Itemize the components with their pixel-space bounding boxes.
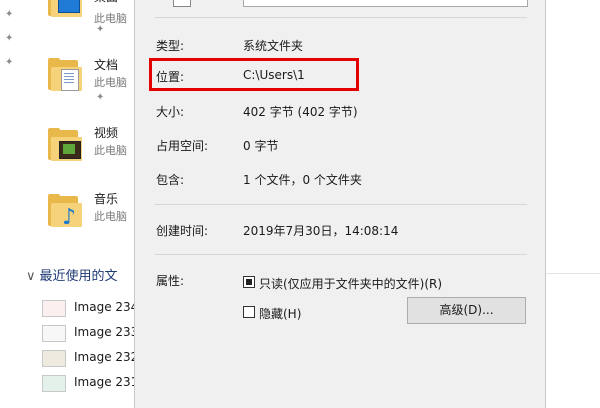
- readonly-checkbox-label: 只读(仅应用于文件夹中的文件)(R): [259, 277, 443, 291]
- pin-icon: ✦: [5, 9, 14, 20]
- type-label: 类型:: [156, 39, 185, 53]
- created-label: 创建时间:: [156, 224, 209, 238]
- divider: [155, 254, 527, 255]
- pin-icon: ✦: [5, 33, 14, 44]
- hidden-checkbox-label: 隐藏(H): [259, 307, 302, 321]
- attributes-label: 属性:: [156, 274, 185, 288]
- size-on-disk-value: 0 字节: [243, 139, 279, 153]
- music-folder-icon: ♪: [48, 194, 86, 229]
- quick-access-location: 此电脑: [94, 76, 127, 89]
- quick-access-item-music[interactable]: ♪ 音乐 此电脑: [48, 188, 143, 238]
- recent-files-section-header[interactable]: ∨ 最近使用的文: [26, 265, 118, 284]
- type-value: 系统文件夹: [243, 39, 304, 53]
- size-on-disk-label: 占用空间:: [156, 139, 209, 153]
- quick-access-name: 音乐: [94, 192, 119, 206]
- recent-file-item[interactable]: Image 233: [42, 323, 142, 343]
- image-thumbnail-icon: [42, 375, 66, 392]
- documents-folder-icon: [48, 58, 86, 92]
- contains-label: 包含:: [156, 173, 185, 187]
- recent-file-item[interactable]: Image 234: [42, 298, 142, 318]
- hidden-checkbox[interactable]: [243, 306, 255, 318]
- folder-name-field[interactable]: [243, 0, 528, 7]
- videos-folder-icon: [48, 128, 86, 162]
- advanced-button[interactable]: 高级(D)...: [407, 297, 526, 324]
- quick-access-item-videos[interactable]: 视频 此电脑: [48, 122, 143, 172]
- quick-access-name: 文档: [94, 58, 119, 72]
- image-thumbnail-icon: [42, 350, 66, 367]
- quick-access-item-documents[interactable]: 文档 此电脑 ✦: [48, 52, 143, 103]
- chevron-down-icon: ∨: [26, 269, 36, 284]
- recent-file-item[interactable]: Image 231: [42, 373, 142, 393]
- recent-file-name: Image 234: [74, 300, 139, 314]
- created-value: 2019年7月30日，14:08:14: [243, 224, 399, 238]
- properties-dialog: 类型: 系统文件夹 位置: C:\Users\1 大小: 402 字节 (402…: [134, 0, 546, 408]
- quick-access-location: 此电脑: [94, 144, 127, 157]
- readonly-checkbox[interactable]: [243, 276, 255, 288]
- divider: [155, 17, 527, 18]
- size-label: 大小:: [156, 105, 185, 119]
- contains-value: 1 个文件，0 个文件夹: [243, 173, 362, 187]
- recent-file-name: Image 231: [74, 375, 139, 389]
- pin-icon: ✦: [96, 24, 105, 35]
- divider: [155, 204, 527, 205]
- size-value: 402 字节 (402 字节): [243, 105, 358, 119]
- location-value: C:\Users\1: [243, 68, 305, 82]
- image-thumbnail-icon: [42, 325, 66, 342]
- quick-access-name: 桌面: [94, 0, 118, 5]
- quick-access-name: 视频: [94, 126, 119, 140]
- location-label: 位置:: [156, 70, 185, 84]
- image-thumbnail-icon: [42, 300, 66, 317]
- section-title: 最近使用的文: [39, 269, 118, 284]
- pin-icon: ✦: [5, 57, 14, 68]
- desktop-folder-icon: [48, 0, 86, 18]
- folder-icon: [173, 0, 191, 7]
- pin-icon: ✦: [96, 92, 105, 103]
- quick-access-item-desktop[interactable]: 桌面 此电脑 ✦: [48, 0, 143, 35]
- recent-file-name: Image 233: [74, 325, 139, 339]
- recent-file-name: Image 232: [74, 350, 139, 364]
- quick-access-location: 此电脑: [94, 210, 127, 223]
- recent-file-item[interactable]: Image 232: [42, 348, 142, 368]
